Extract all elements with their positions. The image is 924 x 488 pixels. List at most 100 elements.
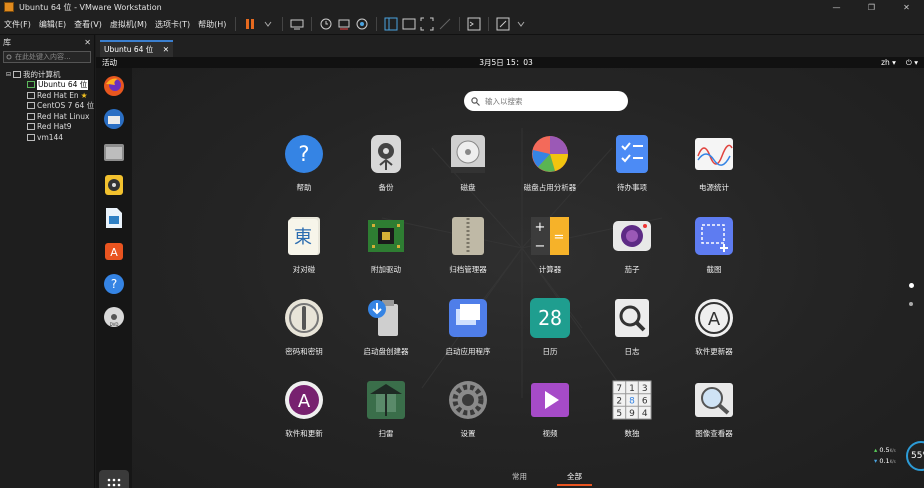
page-dot-1[interactable]: [909, 283, 914, 288]
collapse-icon[interactable]: ⊟: [6, 71, 11, 78]
search-icon: [6, 54, 12, 59]
app-todo[interactable]: 待办事项: [597, 134, 667, 193]
app-screenshot[interactable]: 截图: [679, 216, 749, 275]
menu-vm[interactable]: 虚拟机(M): [106, 19, 151, 30]
tree-vm-redhat-linux[interactable]: Red Hat Linux: [0, 111, 94, 122]
dvd-icon[interactable]: DVD: [102, 305, 126, 329]
network-monitor: ▴ 0.5K/s ▾ 0.1K/s 55%: [874, 441, 924, 471]
vm-screen[interactable]: 活动 3月5日 15：03 zh ▾ ⏻ ▾ A ? DVD 输入以搜索 ? 帮…: [96, 57, 924, 488]
usage-gauge[interactable]: 55%: [906, 441, 924, 471]
menu-edit[interactable]: 编辑(E): [35, 19, 70, 30]
library-search[interactable]: 在此处键入内容...: [3, 51, 91, 63]
revert-snapshot-icon[interactable]: [336, 16, 352, 32]
minimize-button[interactable]: —: [819, 0, 854, 14]
close-tab-icon[interactable]: ✕: [163, 45, 169, 54]
help-icon: ?: [284, 134, 324, 174]
svg-text:5: 5: [616, 409, 622, 419]
thunderbird-icon[interactable]: [102, 107, 126, 131]
app-image-viewer[interactable]: 图像查看器: [679, 380, 749, 439]
app-calendar[interactable]: 28 日历: [515, 298, 585, 357]
thumbnail-view-icon[interactable]: [401, 16, 417, 32]
library-view-icon[interactable]: [383, 16, 399, 32]
tree-vm-redhat9[interactable]: Red Hat9: [0, 122, 94, 133]
app-usb-creator[interactable]: 启动盘创建器: [351, 298, 421, 357]
menu-view[interactable]: 查看(V): [70, 19, 106, 30]
app-mahjongg[interactable]: 東 对对碰: [269, 216, 339, 275]
snapshot-icon[interactable]: [318, 16, 334, 32]
fullscreen-icon[interactable]: [419, 16, 435, 32]
menu-file[interactable]: 文件(F): [0, 19, 35, 30]
tree-vm-redhat-en[interactable]: Red Hat En ★: [0, 90, 94, 101]
close-library-icon[interactable]: ✕: [84, 38, 91, 47]
window-title: Ubuntu 64 位 - VMware Workstation: [19, 2, 162, 12]
send-keys-icon[interactable]: [289, 16, 305, 32]
svg-text:4: 4: [642, 409, 648, 419]
close-window-button[interactable]: ✕: [889, 0, 924, 14]
libreoffice-writer-icon[interactable]: [102, 206, 126, 230]
app-startup[interactable]: 启动应用程序: [433, 298, 503, 357]
mines-icon: [366, 380, 406, 420]
unity-icon[interactable]: [437, 16, 453, 32]
svg-text:DVD: DVD: [110, 322, 119, 327]
svg-text:A: A: [110, 246, 118, 259]
svg-text:東: 東: [294, 227, 312, 248]
app-sudoku[interactable]: 713265948 数独: [597, 380, 667, 439]
console-icon[interactable]: [466, 16, 482, 32]
power-menu[interactable]: ⏻ ▾: [906, 58, 918, 68]
tree-vm-centos[interactable]: CentOS 7 64 位: [0, 101, 94, 112]
app-view-switcher: 常用 全部: [512, 471, 592, 486]
activities-button[interactable]: 活动: [102, 57, 117, 69]
tree-root[interactable]: ⊟ 我的计算机: [0, 69, 94, 80]
app-settings[interactable]: 设置: [433, 380, 503, 439]
firefox-icon[interactable]: [102, 74, 126, 98]
snapshot-manager-icon[interactable]: [354, 16, 370, 32]
app-mines[interactable]: 扫雷: [351, 380, 421, 439]
window-titlebar: Ubuntu 64 位 - VMware Workstation — ❐ ✕: [0, 0, 924, 14]
vm-running-icon: [27, 81, 35, 89]
tab-frequent[interactable]: 常用: [512, 471, 527, 486]
app-software-updater[interactable]: A 软件更新器: [679, 298, 749, 357]
svg-text:A: A: [298, 391, 311, 412]
library-search-input[interactable]: 在此处键入内容...: [15, 52, 71, 62]
rhythmbox-icon[interactable]: [102, 173, 126, 197]
menu-tabs[interactable]: 选项卡(T): [151, 19, 194, 30]
gnome-top-bar: 活动 3月5日 15：03 zh ▾ ⏻ ▾: [96, 57, 924, 69]
show-applications-button[interactable]: [99, 470, 129, 488]
clock[interactable]: 3月5日 15：03: [479, 57, 533, 68]
app-help[interactable]: ? 帮助: [269, 134, 339, 193]
app-cheese[interactable]: 茄子: [597, 216, 667, 275]
chevron-down-icon[interactable]: [260, 16, 276, 32]
app-disks[interactable]: 磁盘: [433, 134, 503, 193]
app-backup[interactable]: 备份: [351, 134, 421, 193]
app-calculator[interactable]: + − = 计算器: [515, 216, 585, 275]
todo-icon: [612, 134, 652, 174]
maximize-button[interactable]: ❐: [854, 0, 889, 14]
tab-ubuntu[interactable]: Ubuntu 64 位 ✕: [100, 40, 173, 57]
stretch-icon[interactable]: [495, 16, 511, 32]
app-power-stats[interactable]: 电源统计: [679, 134, 749, 193]
page-indicator: [909, 283, 914, 306]
tree-vm-ubuntu[interactable]: Ubuntu 64 位: [0, 79, 94, 90]
files-icon[interactable]: [102, 140, 126, 164]
app-archive[interactable]: 归档管理器: [433, 216, 503, 275]
app-passwords[interactable]: 密码和密钥: [269, 298, 339, 357]
software-center-icon[interactable]: A: [102, 239, 126, 263]
menu-help[interactable]: 帮助(H): [194, 19, 230, 30]
svg-text:2: 2: [616, 397, 622, 407]
pause-icon[interactable]: [242, 16, 258, 32]
tab-all[interactable]: 全部: [557, 471, 592, 486]
app-software-updates[interactable]: A 软件和更新: [269, 380, 339, 439]
search-input[interactable]: [485, 96, 615, 106]
page-dot-2[interactable]: [909, 302, 913, 306]
upload-icon: ▴: [874, 446, 878, 454]
input-method-menu[interactable]: zh ▾: [881, 58, 896, 68]
tree-vm-vm144[interactable]: vm144: [0, 132, 94, 143]
search-box[interactable]: [464, 91, 628, 111]
app-disk-usage[interactable]: 磁盘占用分析器: [515, 134, 585, 193]
help-dock-icon[interactable]: ?: [102, 272, 126, 296]
stretch-dropdown-icon[interactable]: [513, 16, 529, 32]
app-drivers[interactable]: 附加驱动: [351, 216, 421, 275]
app-videos[interactable]: 视频: [515, 380, 585, 439]
app-logs[interactable]: 日志: [597, 298, 667, 357]
disk-usage-icon: [530, 134, 570, 174]
